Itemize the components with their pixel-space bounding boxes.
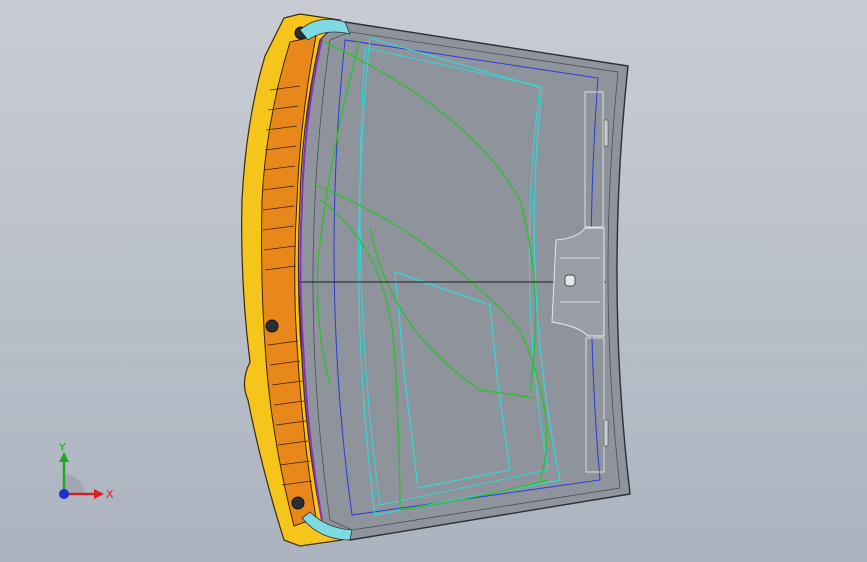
windshield-model[interactable] [0, 0, 867, 562]
frit-tab-2 [603, 419, 609, 447]
x-axis-label: X [106, 488, 114, 501]
z-axis-dot [59, 489, 69, 499]
frit-tab-1 [603, 119, 609, 147]
coordinate-triad[interactable]: Y X [40, 438, 120, 508]
wiper-pivot-mid[interactable] [265, 319, 279, 333]
graphics-viewport[interactable]: Y X [0, 0, 867, 562]
x-axis-arrow-icon [94, 489, 104, 499]
sensor-notch[interactable] [551, 227, 605, 337]
wiper-pivot-bottom[interactable] [291, 496, 305, 510]
sensor-clip[interactable] [564, 274, 576, 287]
y-axis-label: Y [58, 441, 66, 454]
